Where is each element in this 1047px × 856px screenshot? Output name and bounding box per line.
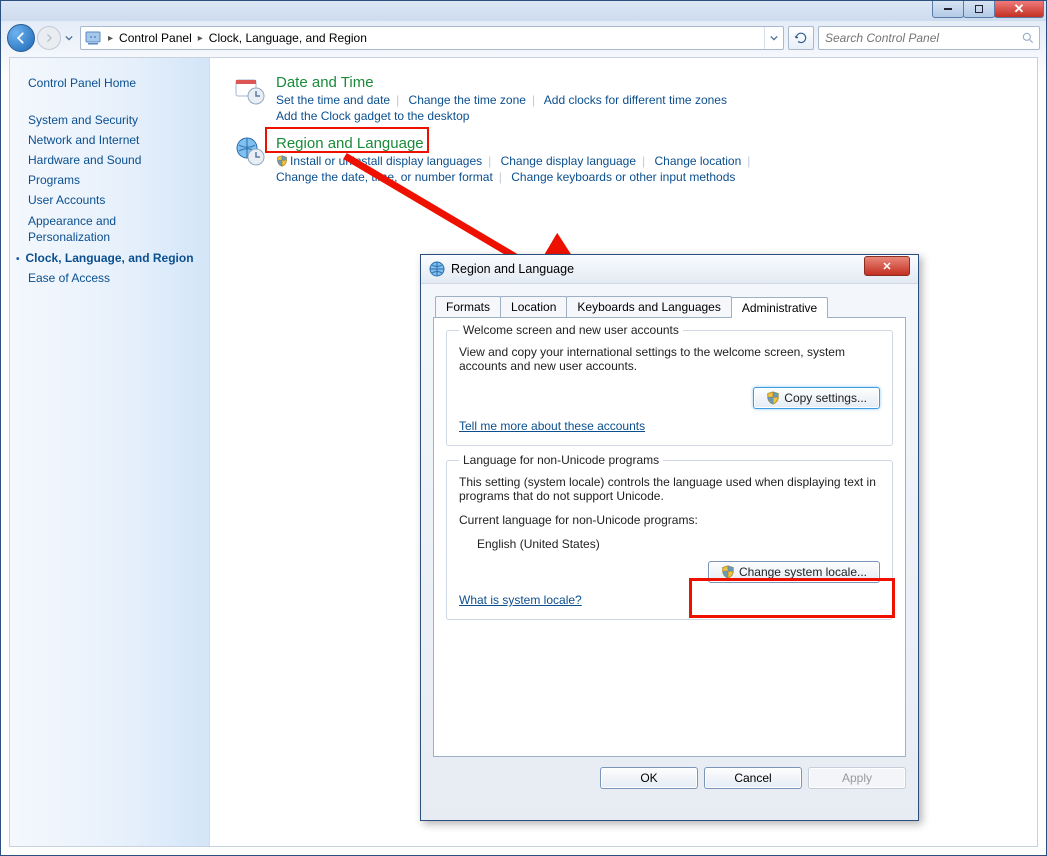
link-change-zone[interactable]: Change the time zone [409, 93, 526, 107]
link-change-display-lang[interactable]: Change display language [501, 154, 636, 168]
group-desc: View and copy your international setting… [459, 345, 880, 373]
tab-location[interactable]: Location [500, 296, 567, 317]
region-language-dialog: Region and Language ✕ Formats Location K… [420, 254, 919, 821]
link-tell-me-more[interactable]: Tell me more about these accounts [459, 419, 645, 433]
date-time-icon [234, 74, 266, 106]
dialog-body: Welcome screen and new user accounts Vie… [433, 317, 906, 757]
nav-item-network[interactable]: Network and Internet [28, 130, 197, 150]
dialog-title: Region and Language [451, 262, 864, 276]
section-date-time[interactable]: Date and Time [276, 74, 727, 91]
current-lang-label: Current language for non-Unicode program… [459, 513, 880, 527]
cancel-button[interactable]: Cancel [704, 767, 802, 789]
link-install-lang[interactable]: Install or uninstall display languages [290, 154, 482, 168]
tab-keyboards[interactable]: Keyboards and Languages [566, 296, 731, 317]
control-panel-icon [85, 30, 101, 46]
link-what-is-locale[interactable]: What is system locale? [459, 593, 582, 607]
nav-item-programs[interactable]: Programs [28, 170, 197, 190]
nav-history-dropdown[interactable] [62, 27, 76, 49]
shield-icon [766, 391, 780, 405]
nav-panel: Control Panel Home System and Security N… [10, 58, 210, 846]
link-add-clocks[interactable]: Add clocks for different time zones [544, 93, 727, 107]
nav-item-system[interactable]: System and Security [28, 110, 197, 130]
nav-item-users[interactable]: User Accounts [28, 190, 197, 210]
dialog-tabs: Formats Location Keyboards and Languages… [421, 284, 918, 317]
breadcrumb-root[interactable]: Control Panel [116, 31, 195, 45]
breadcrumb-child[interactable]: Clock, Language, and Region [206, 31, 370, 45]
nav-item-hardware[interactable]: Hardware and Sound [28, 150, 197, 170]
breadcrumb-sep-icon[interactable]: ▸ [195, 33, 206, 44]
nav-home-link[interactable]: Control Panel Home [28, 76, 197, 90]
group-legend: Language for non-Unicode programs [459, 453, 663, 467]
ok-button[interactable]: OK [600, 767, 698, 789]
search-icon[interactable] [1017, 31, 1039, 45]
section-region-language[interactable]: Region and Language [276, 135, 756, 152]
dialog-footer: OK Cancel Apply [421, 767, 918, 801]
dialog-close-button[interactable]: ✕ [864, 256, 910, 276]
link-change-keyboards[interactable]: Change keyboards or other input methods [511, 170, 735, 184]
copy-settings-button[interactable]: Copy settings... [753, 387, 880, 409]
link-clock-gadget[interactable]: Add the Clock gadget to the desktop [276, 109, 469, 123]
globe-icon [429, 261, 445, 277]
change-locale-label: Change system locale... [739, 565, 867, 579]
tab-administrative[interactable]: Administrative [731, 297, 828, 318]
shield-icon [721, 565, 735, 579]
nav-item-clock[interactable]: Clock, Language, and Region [16, 248, 197, 268]
close-button[interactable]: ✕ [994, 1, 1044, 18]
breadcrumb-sep-icon[interactable]: ▸ [105, 33, 116, 44]
forward-button[interactable] [37, 26, 61, 50]
nav-item-ease[interactable]: Ease of Access [28, 268, 197, 288]
link-set-time[interactable]: Set the time and date [276, 93, 390, 107]
nav-item-appearance[interactable]: Appearance and Personalization [28, 210, 197, 248]
search-box[interactable] [818, 26, 1040, 50]
group-welcome-screen: Welcome screen and new user accounts Vie… [446, 330, 893, 446]
address-bar[interactable]: ▸ Control Panel ▸ Clock, Language, and R… [80, 26, 784, 50]
region-language-icon [234, 135, 266, 167]
address-dropdown[interactable] [764, 27, 783, 49]
link-change-format[interactable]: Change the date, time, or number format [276, 170, 493, 184]
dialog-titlebar: Region and Language ✕ [421, 255, 918, 284]
change-system-locale-button[interactable]: Change system locale... [708, 561, 880, 583]
group-desc: This setting (system locale) controls th… [459, 475, 880, 503]
group-non-unicode: Language for non-Unicode programs This s… [446, 460, 893, 620]
back-button[interactable] [7, 24, 35, 52]
link-change-location[interactable]: Change location [655, 154, 742, 168]
toolbar: ▸ Control Panel ▸ Clock, Language, and R… [1, 21, 1046, 55]
titlebar: ✕ [1, 1, 1046, 21]
search-input[interactable] [819, 30, 1017, 46]
apply-button[interactable]: Apply [808, 767, 906, 789]
shield-icon [276, 155, 288, 167]
minimize-button[interactable] [932, 1, 964, 18]
copy-settings-label: Copy settings... [784, 391, 867, 405]
tab-formats[interactable]: Formats [435, 296, 501, 317]
group-legend: Welcome screen and new user accounts [459, 323, 683, 337]
maximize-button[interactable] [963, 1, 995, 18]
refresh-button[interactable] [788, 26, 814, 50]
current-lang-value: English (United States) [477, 537, 880, 551]
explorer-window: ✕ ▸ Control Panel ▸ Clock, Language, and… [0, 0, 1047, 856]
